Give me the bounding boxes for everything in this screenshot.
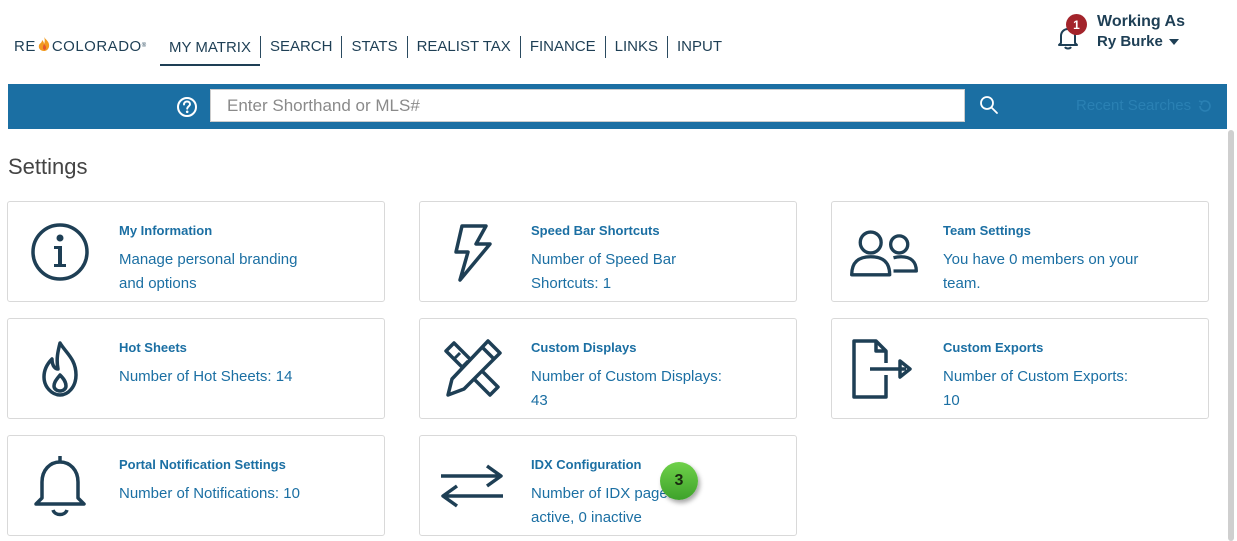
nav-finance[interactable]: FINANCE (521, 33, 605, 61)
card-portal-notification-settings[interactable]: Portal Notification Settings Number of N… (7, 435, 385, 536)
card-title: Speed Bar Shortcuts (531, 223, 660, 238)
search-bar: Recent Searches (8, 84, 1227, 129)
current-user-name: Ry Burke (1097, 33, 1163, 50)
page-title: Settings (8, 154, 88, 179)
card-description: Number of Custom Displays: 43 (531, 368, 722, 409)
current-user[interactable]: Ry Burke (1097, 32, 1185, 52)
card-title: Custom Displays (531, 340, 637, 355)
recent-searches-label: Recent Searches (1076, 97, 1192, 114)
card-title: Hot Sheets (119, 340, 187, 355)
pencil-ruler-icon (434, 333, 510, 405)
nav-my-matrix[interactable]: MY MATRIX (160, 34, 260, 66)
card-title: Custom Exports (943, 340, 1044, 355)
nav-search[interactable]: SEARCH (261, 33, 342, 61)
logo-flame-icon (37, 36, 51, 56)
step-number-badge: 3 (660, 462, 698, 500)
team-icon (846, 216, 922, 288)
logo-registered-mark: ® (141, 43, 147, 49)
nav-stats[interactable]: STATS (342, 33, 406, 61)
card-speed-bar-shortcuts[interactable]: Speed Bar Shortcuts Number of Speed Bar … (419, 201, 797, 302)
nav-input[interactable]: INPUT (668, 33, 731, 61)
card-custom-exports[interactable]: Custom Exports Number of Custom Exports:… (831, 318, 1209, 419)
shorthand-search-input[interactable] (210, 89, 965, 122)
notification-count-badge: 1 (1066, 14, 1087, 35)
working-as-menu[interactable]: Working As Ry Burke (1097, 12, 1185, 52)
lightning-icon (434, 216, 510, 288)
card-title: Portal Notification Settings (119, 457, 286, 472)
card-description: Number of Speed Bar Shortcuts: 1 (531, 251, 677, 292)
card-custom-displays[interactable]: Custom Displays Number of Custom Display… (419, 318, 797, 419)
card-title: Team Settings (943, 223, 1031, 238)
arrows-exchange-icon (434, 450, 510, 522)
page-scrollbar[interactable] (1228, 130, 1234, 541)
file-export-icon (846, 333, 922, 405)
history-icon (1198, 99, 1211, 112)
nav-realist-tax[interactable]: REALIST TAX (408, 33, 520, 61)
magnifier-icon[interactable] (978, 94, 1000, 116)
working-as-label: Working As (1097, 13, 1186, 30)
card-my-information[interactable]: My Information Manage personal branding … (7, 201, 385, 302)
card-description: Number of Custom Exports: 10 (943, 368, 1129, 409)
card-team-settings[interactable]: Team Settings You have 0 members on your… (831, 201, 1209, 302)
logo-text-left: RE (14, 37, 36, 55)
recolorado-logo[interactable]: RE COLORADO ® (14, 36, 147, 56)
card-idx-configuration[interactable]: IDX Configuration Number of IDX pages 0 … (419, 435, 797, 536)
bell-icon (22, 450, 98, 522)
card-title: My Information (119, 223, 213, 238)
chevron-down-icon (1168, 39, 1179, 45)
recent-searches-link[interactable]: Recent Searches (1076, 97, 1213, 114)
nav-links[interactable]: LINKS (606, 33, 667, 61)
logo-text-right: COLORADO (51, 37, 142, 55)
card-description: Manage personal branding and options (119, 251, 298, 292)
main-nav: MY MATRIX SEARCH STATS REALIST TAX FINAN… (160, 28, 731, 66)
card-title: IDX Configuration (531, 457, 642, 472)
card-description: Number of IDX pages 0 active, 0 inactive (531, 485, 688, 526)
question-circle-icon[interactable] (176, 96, 198, 118)
card-description: Number of Hot Sheets: 14 (119, 368, 293, 385)
card-description: You have 0 members on your team. (943, 251, 1139, 292)
flame-icon (22, 333, 98, 405)
card-description: Number of Notifications: 10 (119, 485, 300, 502)
info-icon (22, 216, 98, 288)
top-navigation-bar: RE COLORADO ® MY MATRIX SEARCH STATS REAL… (0, 0, 1237, 84)
card-hot-sheets[interactable]: Hot Sheets Number of Hot Sheets: 14 (7, 318, 385, 419)
